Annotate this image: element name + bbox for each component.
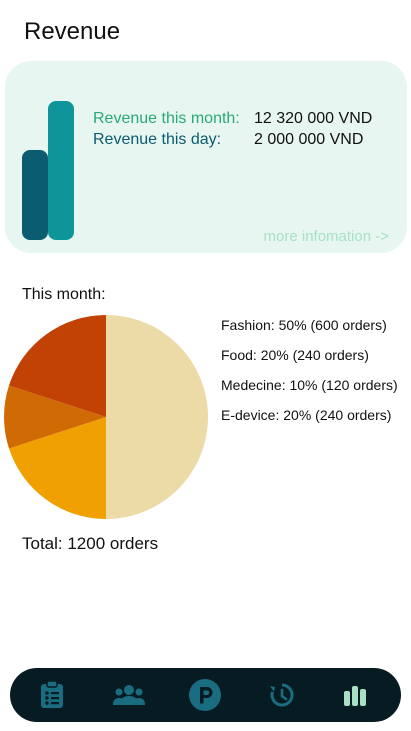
users-icon [113, 685, 145, 705]
day-revenue-value: 2 000 000 VND [254, 131, 364, 148]
clipboard-list-icon [41, 681, 63, 708]
more-information-link[interactable]: more infomation -> [264, 228, 389, 245]
bottom-nav-bar [10, 668, 401, 722]
legend-item-food: Food: 20% (240 orders) [221, 347, 369, 363]
month-revenue-label: Revenue this month: [93, 110, 240, 127]
category-pie-chart [4, 315, 208, 519]
legend-item-medecine: Medecine: 10% (120 orders) [221, 377, 398, 393]
month-revenue-value: 12 320 000 VND [254, 110, 373, 127]
legend-item-e-device: E-device: 20% (240 orders) [221, 407, 392, 423]
legend-item-fashion: Fashion: 50% (600 orders) [221, 317, 387, 333]
page-title: Revenue [24, 18, 121, 45]
total-orders: Total: 1200 orders [22, 534, 159, 553]
pie-legend: Fashion: 50% (600 orders) Food: 20% (240… [221, 315, 398, 435]
nav-item-orders[interactable] [32, 668, 72, 722]
bar-chart-icon [344, 686, 366, 706]
history-icon [270, 683, 294, 707]
revenue-bar-icon-short [22, 150, 48, 240]
pie-slice-fashion [106, 315, 208, 519]
parking-icon [189, 679, 221, 711]
nav-item-users[interactable] [109, 668, 149, 722]
revenue-bar-icon-tall [48, 101, 74, 240]
day-revenue-label: Revenue this day: [93, 131, 222, 148]
month-heading: This month: [22, 286, 106, 303]
nav-item-revenue[interactable] [335, 668, 375, 722]
revenue-summary-card: Revenue this month: 12 320 000 VND Reven… [5, 61, 407, 253]
nav-item-parking[interactable] [185, 668, 225, 722]
nav-item-history[interactable] [262, 668, 302, 722]
